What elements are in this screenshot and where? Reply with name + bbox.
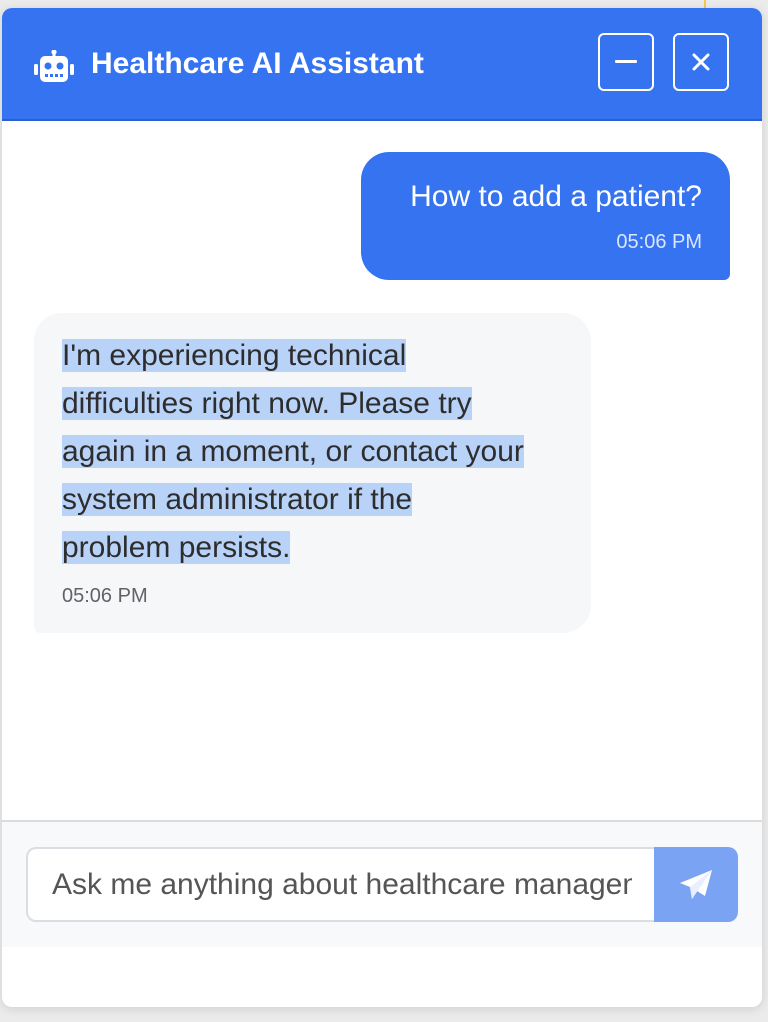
send-button[interactable] — [654, 847, 738, 922]
message-input[interactable] — [26, 847, 656, 922]
assistant-message: I'm experiencing technical difficulties … — [34, 313, 591, 633]
user-message: How to add a patient? 05:06 PM — [361, 152, 730, 280]
robot-icon — [34, 49, 74, 84]
assistant-message-line: system administrator if the — [62, 483, 413, 516]
minimize-button[interactable] — [598, 33, 654, 91]
chat-title: Healthcare AI Assistant — [91, 47, 424, 80]
message-composer — [2, 820, 762, 947]
assistant-message-line: again in a moment, or contact your — [62, 435, 524, 468]
minus-icon — [615, 60, 637, 63]
chat-widget: Healthcare AI Assistant How to add a pat… — [2, 8, 762, 1007]
user-message-text: How to add a patient? — [410, 180, 702, 213]
chat-header: Healthcare AI Assistant — [2, 8, 762, 121]
assistant-message-text: I'm experiencing technical difficulties … — [62, 332, 569, 572]
assistant-message-time: 05:06 PM — [62, 585, 148, 607]
assistant-message-line: I'm experiencing technical — [62, 339, 407, 372]
message-list: How to add a patient? 05:06 PM I'm exper… — [2, 121, 762, 821]
close-button[interactable] — [673, 33, 729, 91]
assistant-message-line: difficulties right now. Please try — [62, 387, 472, 420]
assistant-message-line: problem persists. — [62, 531, 291, 564]
close-icon — [692, 53, 710, 71]
user-message-time: 05:06 PM — [616, 231, 702, 253]
paper-plane-icon — [680, 869, 712, 899]
